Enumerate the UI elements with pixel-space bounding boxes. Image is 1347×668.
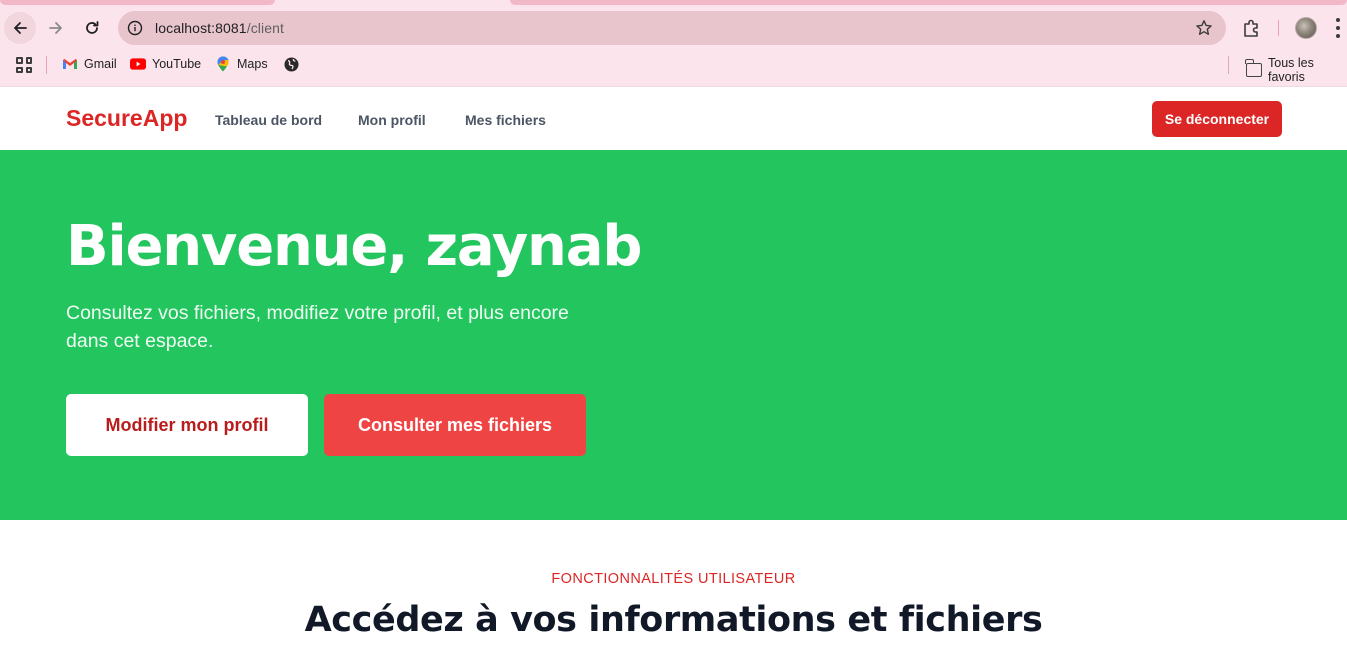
url-text: localhost:8081/client [155,20,284,36]
nav-link-dashboard[interactable]: Tableau de bord [215,112,322,128]
reload-icon [86,21,99,34]
folder-icon [1245,59,1262,78]
edit-profile-button[interactable]: Modifier mon profil [66,394,308,456]
view-files-button[interactable]: Consulter mes fichiers [324,394,586,456]
bookmark-label: Gmail [84,57,117,71]
nav-link-files[interactable]: Mes fichiers [465,112,546,128]
globe-icon [283,56,299,72]
features-eyebrow: FONCTIONNALITÉS UTILISATEUR [551,571,796,587]
logout-button[interactable]: Se déconnecter [1152,101,1282,137]
tab-strip-edge [510,0,1347,5]
arrow-left-icon [14,22,27,34]
toolbar-divider [1278,20,1279,36]
all-bookmarks[interactable]: Tous les favoris [1245,56,1347,84]
hero-title: Bienvenue, zaynab [66,214,642,279]
maps-icon [215,56,231,72]
bookmark-star-icon[interactable] [1194,18,1214,38]
hero-subtitle: Consultez vos fichiers, modifiez votre p… [66,302,569,352]
bookmark-label: Maps [237,57,268,71]
forward-button[interactable] [40,12,72,44]
arrow-right-icon [49,22,62,34]
app-navbar: SecureApp Tableau de bord Mon profil Mes… [0,86,1347,150]
bookmark-label: YouTube [152,57,202,71]
bookmark-maps[interactable]: Maps [215,56,268,72]
all-bookmarks-label: Tous les favoris [1268,56,1314,84]
bookmarks-divider [46,56,47,74]
address-bar[interactable]: localhost:8081/client [118,11,1226,45]
hero-section: Bienvenue, zaynab Consultez vos fichiers… [0,150,1347,520]
browser-chrome: localhost:8081/client Gmail YouTube Maps… [0,0,1347,86]
site-info-icon[interactable] [126,19,144,37]
tab-strip-edge [0,0,275,5]
profile-avatar[interactable] [1295,17,1317,39]
bookmarks-divider [1228,56,1229,74]
browser-menu-icon[interactable] [1335,18,1341,38]
gmail-icon [62,56,78,72]
brand-logo[interactable]: SecureApp [66,105,187,132]
apps-grid-icon[interactable] [16,57,32,73]
url-path: /client [246,20,284,36]
nav-link-profile[interactable]: Mon profil [358,112,426,128]
youtube-icon [130,56,146,72]
reload-button[interactable] [76,12,108,44]
features-title: Accédez à vos informations et fichiers [304,600,1043,640]
bookmark-gmail[interactable]: Gmail [62,56,117,72]
extensions-icon[interactable] [1242,18,1262,38]
bookmarks-bar: Gmail YouTube Maps Tous les favoris [0,52,1347,84]
back-button[interactable] [4,12,36,44]
url-host: localhost:8081 [155,20,247,36]
bookmark-youtube[interactable]: YouTube [130,56,201,72]
bookmark-globe[interactable] [283,56,299,72]
